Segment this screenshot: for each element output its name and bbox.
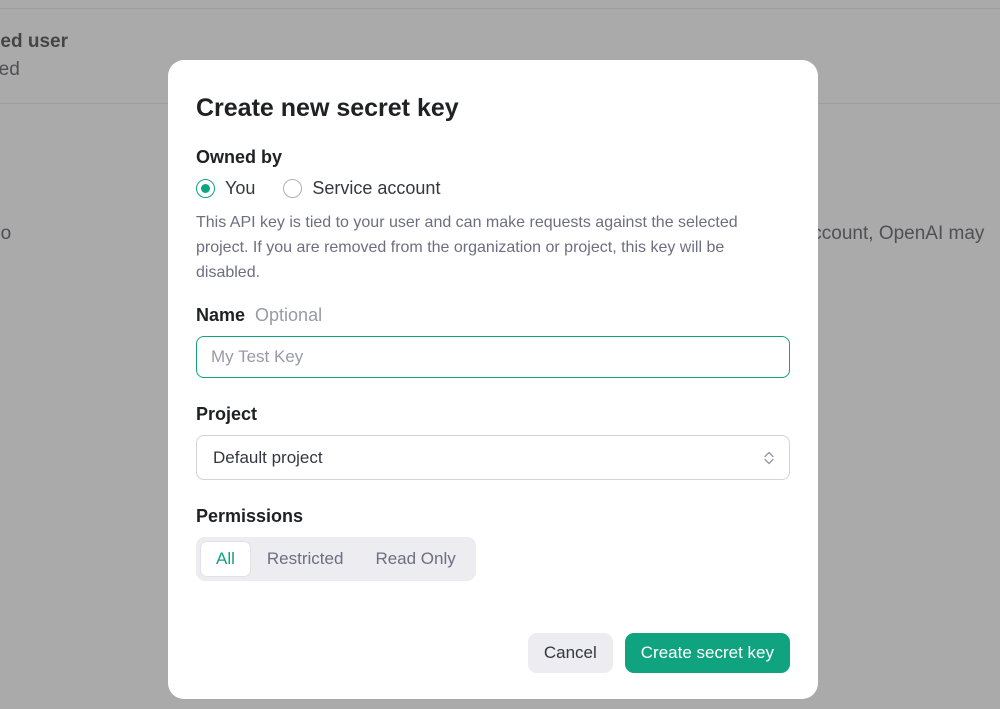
permissions-all-button[interactable]: All — [200, 541, 251, 577]
name-input[interactable] — [196, 336, 790, 378]
owned-by-you-label: You — [225, 178, 255, 199]
owned-by-you-option[interactable]: You — [196, 178, 255, 199]
modal-title: Create new secret key — [196, 94, 790, 123]
radio-unselected-icon — [283, 179, 302, 198]
owned-by-help-text: This API key is tied to your user and ca… — [196, 211, 790, 285]
project-selected-value: Default project — [213, 448, 323, 468]
name-optional-hint: Optional — [255, 305, 322, 326]
permissions-restricted-button[interactable]: Restricted — [251, 541, 360, 577]
project-label: Project — [196, 404, 790, 425]
owned-by-radio-group: You Service account — [196, 178, 790, 199]
permissions-segmented-control: All Restricted Read Only — [196, 537, 476, 581]
permissions-read-only-button[interactable]: Read Only — [359, 541, 471, 577]
create-secret-key-button[interactable]: Create secret key — [625, 633, 790, 673]
modal-footer: Cancel Create secret key — [196, 633, 790, 673]
owned-by-service-account-label: Service account — [312, 178, 440, 199]
permissions-label: Permissions — [196, 506, 790, 527]
radio-selected-icon — [196, 179, 215, 198]
owned-by-service-account-option[interactable]: Service account — [283, 178, 440, 199]
name-label: Name — [196, 305, 245, 326]
owned-by-label: Owned by — [196, 147, 790, 168]
cancel-button[interactable]: Cancel — [528, 633, 613, 673]
create-secret-key-modal: Create new secret key Owned by You Servi… — [168, 60, 818, 699]
chevron-up-down-icon — [764, 451, 774, 464]
project-select[interactable]: Default project — [196, 435, 790, 480]
